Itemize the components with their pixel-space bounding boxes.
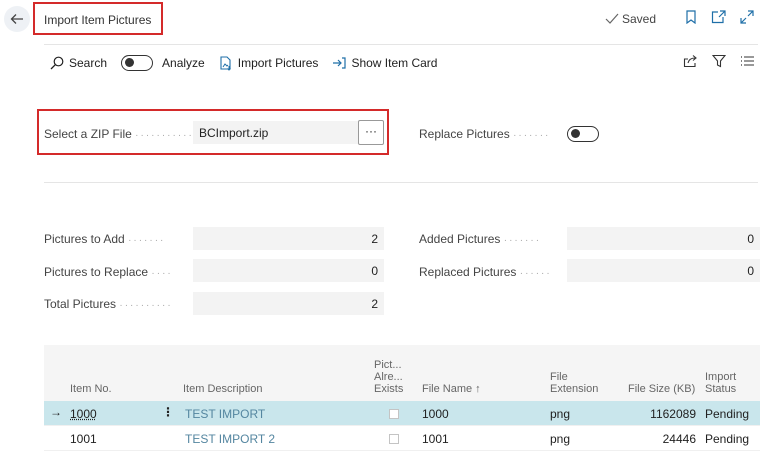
label-dots: ······· [503, 235, 542, 246]
replace-pictures-toggle[interactable] [567, 126, 599, 142]
saved-label: Saved [622, 12, 657, 26]
arrow-left-icon [10, 14, 23, 24]
cell-file-name: 1001 [422, 432, 449, 446]
cell-file-extension: png [550, 432, 571, 446]
picture-exists-checkbox[interactable] [389, 409, 399, 419]
page-title: Import Item Pictures [33, 2, 163, 35]
col-file-extension[interactable]: File Extension [550, 371, 598, 395]
col-picture-exists-line3: Exists [374, 383, 404, 395]
action-bar: Search Analyze Import Pictures Show Item… [50, 54, 451, 72]
row-selected-arrow: → [50, 405, 62, 419]
zip-field-label: Select a ZIP File ··········· [44, 127, 194, 141]
label-dots: ······· [513, 130, 551, 141]
cell-file-name: 1000 [422, 407, 449, 421]
header-divider [44, 44, 758, 45]
list-view-icon[interactable] [740, 55, 754, 67]
import-pictures-label: Import Pictures [237, 56, 319, 70]
pictures-to-replace-text: Pictures to Replace [44, 265, 149, 279]
added-pictures-value: 0 [567, 227, 760, 250]
label-dots: ··········· [135, 130, 194, 141]
table-header: Item No. Item Description Pict... Alre..… [44, 345, 760, 401]
section-divider [44, 182, 758, 183]
col-item-no[interactable]: Item No. [70, 383, 112, 395]
import-picture-icon [220, 55, 231, 71]
filter-icon[interactable] [712, 54, 726, 68]
col-import-status-line1: Import [705, 371, 737, 383]
zip-file-input[interactable]: BCImport.zip [193, 121, 359, 144]
toggle-knob [571, 129, 580, 138]
label-dots: ···· [151, 268, 173, 279]
label-dots: ······· [128, 235, 166, 246]
sign-in-arrow-icon [333, 57, 347, 69]
row-actions-menu[interactable]: ⋮ [162, 405, 174, 419]
zip-lookup-button[interactable]: ··· [358, 120, 384, 145]
expand-icon[interactable] [740, 10, 754, 24]
col-file-extension-line2: Extension [550, 383, 599, 395]
replaced-pictures-value: 0 [567, 259, 760, 282]
analyze-switch[interactable] [121, 55, 154, 71]
replace-pictures-label: Replace Pictures ······· [419, 127, 550, 141]
cell-file-size: 24446 [662, 432, 696, 446]
col-picture-exists-line1: Pict... [374, 359, 402, 371]
col-file-name[interactable]: File Name ↑ [422, 383, 481, 395]
cell-item-description[interactable]: TEST IMPORT 2 [185, 432, 275, 446]
col-import-status-line2: Status [705, 383, 737, 395]
pictures-to-add-value: 2 [193, 227, 384, 250]
table-row[interactable]: 1001 TEST IMPORT 2 1001 png 24446 Pendin… [44, 426, 760, 451]
col-picture-exists-line2: Alre... [374, 371, 403, 383]
col-file-extension-line1: File [550, 371, 568, 383]
search-button[interactable]: Search [50, 56, 107, 70]
replaced-pictures-text: Replaced Pictures [419, 265, 517, 279]
label-dots: ·········· [119, 300, 173, 311]
cell-item-description[interactable]: TEST IMPORT [185, 407, 265, 421]
import-pictures-button[interactable]: Import Pictures [219, 55, 319, 71]
cell-import-status: Pending [705, 432, 750, 446]
saved-status: Saved [605, 12, 656, 26]
pictures-to-replace-label: Pictures to Replace ···· [44, 265, 173, 279]
show-item-card-button[interactable]: Show Item Card [332, 56, 437, 70]
cell-file-size: 1162089 [650, 407, 696, 421]
col-picture-exists[interactable]: Pict... Alre... Exists [374, 359, 403, 395]
share-icon[interactable] [683, 54, 698, 68]
replace-label-text: Replace Pictures [419, 127, 510, 141]
show-item-card-label: Show Item Card [351, 56, 438, 70]
back-button[interactable] [4, 6, 30, 32]
analyze-label: Analyze [162, 56, 205, 70]
added-pictures-label: Added Pictures ······· [419, 232, 541, 246]
check-icon [605, 13, 619, 24]
col-import-status[interactable]: Import Status [705, 371, 736, 395]
import-lines-table: Item No. Item Description Pict... Alre..… [44, 345, 760, 451]
pictures-to-add-text: Pictures to Add [44, 232, 125, 246]
total-pictures-value: 2 [193, 292, 384, 315]
col-file-size[interactable]: File Size (KB) [628, 383, 695, 395]
added-pictures-text: Added Pictures [419, 232, 501, 246]
bookmark-icon[interactable] [685, 10, 697, 24]
col-item-description[interactable]: Item Description [183, 383, 262, 395]
label-dots: ······ [519, 268, 552, 279]
replaced-pictures-label: Replaced Pictures ······ [419, 265, 552, 279]
search-label: Search [69, 56, 108, 70]
open-new-window-icon[interactable] [711, 10, 726, 24]
pictures-to-replace-value: 0 [193, 259, 384, 282]
zip-label-text: Select a ZIP File [44, 127, 132, 141]
cell-import-status: Pending [705, 407, 750, 421]
search-icon [50, 56, 64, 70]
total-pictures-label: Total Pictures ·········· [44, 297, 173, 311]
pictures-to-add-label: Pictures to Add ······· [44, 232, 165, 246]
picture-exists-checkbox[interactable] [389, 434, 399, 444]
analyze-toggle[interactable]: Analyze [121, 55, 205, 71]
cell-item-no[interactable]: 1001 [70, 432, 97, 446]
toggle-knob [125, 58, 135, 67]
cell-file-extension: png [550, 407, 571, 421]
total-pictures-text: Total Pictures [44, 297, 117, 311]
cell-item-no[interactable]: 1000 [70, 407, 97, 421]
table-row[interactable]: → 1000 ⋮ TEST IMPORT 1000 png 1162089 Pe… [44, 401, 760, 426]
